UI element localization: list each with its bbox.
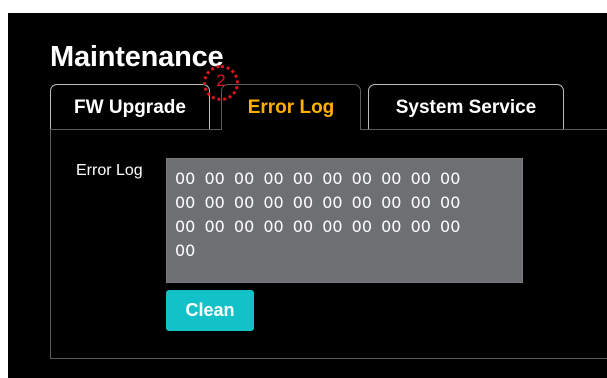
tab-fw-upgrade[interactable]: FW Upgrade (50, 84, 210, 129)
error-log-textarea[interactable]: 00 00 00 00 00 00 00 00 00 00 00 00 00 0… (166, 158, 523, 283)
step-marker: 2 (203, 65, 239, 101)
error-log-label: Error Log (76, 162, 143, 179)
tab-error-log[interactable]: Error Log (221, 84, 361, 130)
tab-system-service[interactable]: System Service (368, 84, 564, 129)
page-title: Maintenance (50, 41, 224, 73)
clean-button[interactable]: Clean (166, 290, 254, 331)
